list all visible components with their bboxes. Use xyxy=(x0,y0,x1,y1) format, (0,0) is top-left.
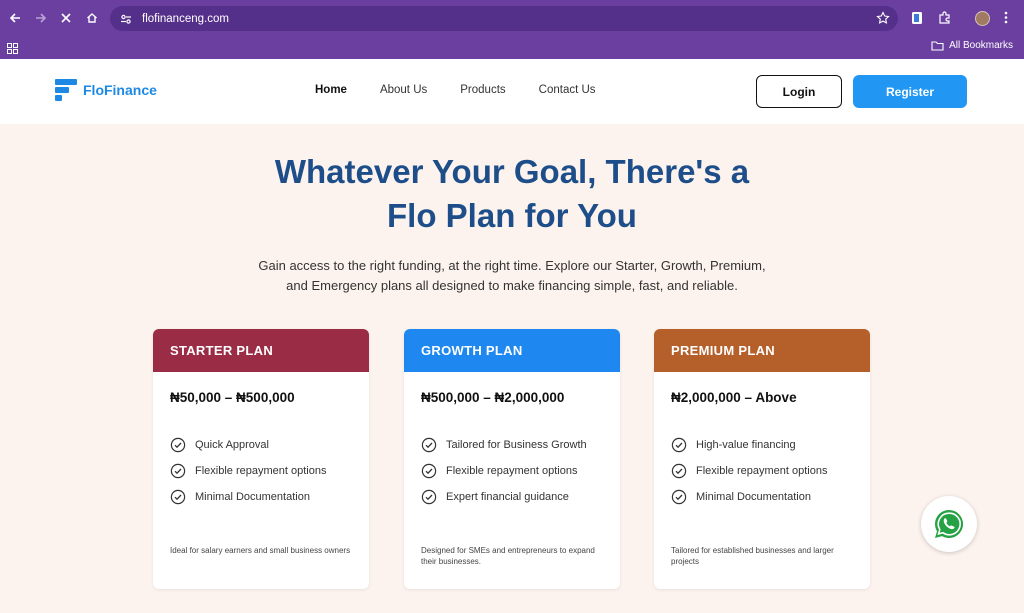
hero-subtitle-line1: Gain access to the right funding, at the… xyxy=(258,258,766,273)
nav-home[interactable]: Home xyxy=(315,84,347,96)
feature-item: High-value financing xyxy=(671,432,827,458)
logo-text: FloFinance xyxy=(83,82,157,98)
hero-subtitle-line2: and Emergency plans all designed to make… xyxy=(286,278,738,293)
plan-card-premium[interactable]: PREMIUM PLAN ₦2,000,000 – Above High-val… xyxy=(654,329,870,589)
hero-title-line2: Flo Plan for You xyxy=(387,197,637,234)
back-arrow-icon xyxy=(9,13,20,23)
check-circle-icon xyxy=(421,463,437,479)
home-button[interactable] xyxy=(79,5,105,31)
folder-icon xyxy=(931,41,944,51)
plan-price: ₦500,000 – ₦2,000,000 xyxy=(421,390,565,405)
feature-item: Tailored for Business Growth xyxy=(421,432,587,458)
site-info-icon[interactable] xyxy=(118,11,134,27)
register-button[interactable]: Register xyxy=(853,75,967,108)
feature-label: Flexible repayment options xyxy=(195,465,327,477)
check-circle-icon xyxy=(671,489,687,505)
logo[interactable]: FloFinance xyxy=(55,79,157,101)
plan-price: ₦2,000,000 – Above xyxy=(671,390,797,405)
feature-label: Minimal Documentation xyxy=(696,491,811,503)
plan-title: GROWTH PLAN xyxy=(404,329,620,372)
feature-label: Flexible repayment options xyxy=(446,465,578,477)
bookmarks-bar: All Bookmarks xyxy=(0,36,1024,59)
check-circle-icon xyxy=(421,437,437,453)
plan-note: Tailored for established businesses and … xyxy=(671,546,834,566)
apps-grid-icon[interactable] xyxy=(7,41,18,59)
nav-products[interactable]: Products xyxy=(460,84,505,96)
all-bookmarks-label: All Bookmarks xyxy=(949,40,1013,51)
feature-item: Minimal Documentation xyxy=(170,484,326,510)
whatsapp-icon xyxy=(935,509,964,538)
feature-label: Quick Approval xyxy=(195,439,269,451)
forward-button[interactable] xyxy=(28,5,54,31)
feature-item: Flexible repayment options xyxy=(671,458,827,484)
forward-arrow-icon xyxy=(36,13,47,23)
bookmark-star-icon[interactable] xyxy=(876,11,890,30)
feature-label: Minimal Documentation xyxy=(195,491,310,503)
check-circle-icon xyxy=(671,463,687,479)
home-icon xyxy=(87,13,97,23)
plan-features: Quick Approval Flexible repayment option… xyxy=(170,432,326,510)
login-button[interactable]: Login xyxy=(756,75,842,108)
puzzle-icon[interactable] xyxy=(938,11,952,25)
browser-toolbar: flofinanceng.com xyxy=(0,0,1024,36)
main-nav: Home About Us Products Contact Us xyxy=(315,84,629,96)
check-circle-icon xyxy=(671,437,687,453)
plan-features: Tailored for Business Growth Flexible re… xyxy=(421,432,587,510)
hero-subtitle: Gain access to the right funding, at the… xyxy=(212,256,812,296)
plan-note: Designed for SMEs and entrepreneurs to e… xyxy=(421,546,595,566)
feature-label: Tailored for Business Growth xyxy=(446,439,587,451)
extension-icon[interactable] xyxy=(911,11,925,25)
feature-item: Expert financial guidance xyxy=(421,484,587,510)
check-circle-icon xyxy=(170,437,186,453)
plan-note: Ideal for salary earners and small busin… xyxy=(170,546,351,555)
menu-dots-icon[interactable] xyxy=(1004,11,1010,25)
hero-title: Whatever Your Goal, There's a Flo Plan f… xyxy=(212,150,812,238)
feature-item: Minimal Documentation xyxy=(671,484,827,510)
back-button[interactable] xyxy=(2,5,28,31)
check-circle-icon xyxy=(170,489,186,505)
plan-price: ₦50,000 – ₦500,000 xyxy=(170,390,295,405)
feature-label: High-value financing xyxy=(696,439,796,451)
check-circle-icon xyxy=(421,489,437,505)
close-icon xyxy=(61,13,71,23)
feature-item: Flexible repayment options xyxy=(170,458,326,484)
url-text[interactable]: flofinanceng.com xyxy=(142,13,229,25)
flofinance-logo-icon xyxy=(55,79,77,101)
nav-about-us[interactable]: About Us xyxy=(380,84,427,96)
feature-item: Quick Approval xyxy=(170,432,326,458)
plan-title: STARTER PLAN xyxy=(153,329,369,372)
plan-card-growth[interactable]: GROWTH PLAN ₦500,000 – ₦2,000,000 Tailor… xyxy=(404,329,620,589)
feature-label: Flexible repayment options xyxy=(696,465,828,477)
hero-title-line1: Whatever Your Goal, There's a xyxy=(274,153,750,190)
plan-card-starter[interactable]: STARTER PLAN ₦50,000 – ₦500,000 Quick Ap… xyxy=(153,329,369,589)
feature-label: Expert financial guidance xyxy=(446,491,569,503)
whatsapp-button[interactable] xyxy=(921,496,977,552)
plan-title: PREMIUM PLAN xyxy=(654,329,870,372)
nav-contact-us[interactable]: Contact Us xyxy=(539,84,596,96)
site-header: FloFinance Home About Us Products Contac… xyxy=(0,59,1024,124)
feature-item: Flexible repayment options xyxy=(421,458,587,484)
plan-features: High-value financing Flexible repayment … xyxy=(671,432,827,510)
avatar[interactable] xyxy=(975,11,990,26)
stop-button[interactable] xyxy=(53,5,79,31)
all-bookmarks-button[interactable]: All Bookmarks xyxy=(931,40,1013,51)
check-circle-icon xyxy=(170,463,186,479)
address-bar[interactable]: flofinanceng.com xyxy=(110,6,898,31)
